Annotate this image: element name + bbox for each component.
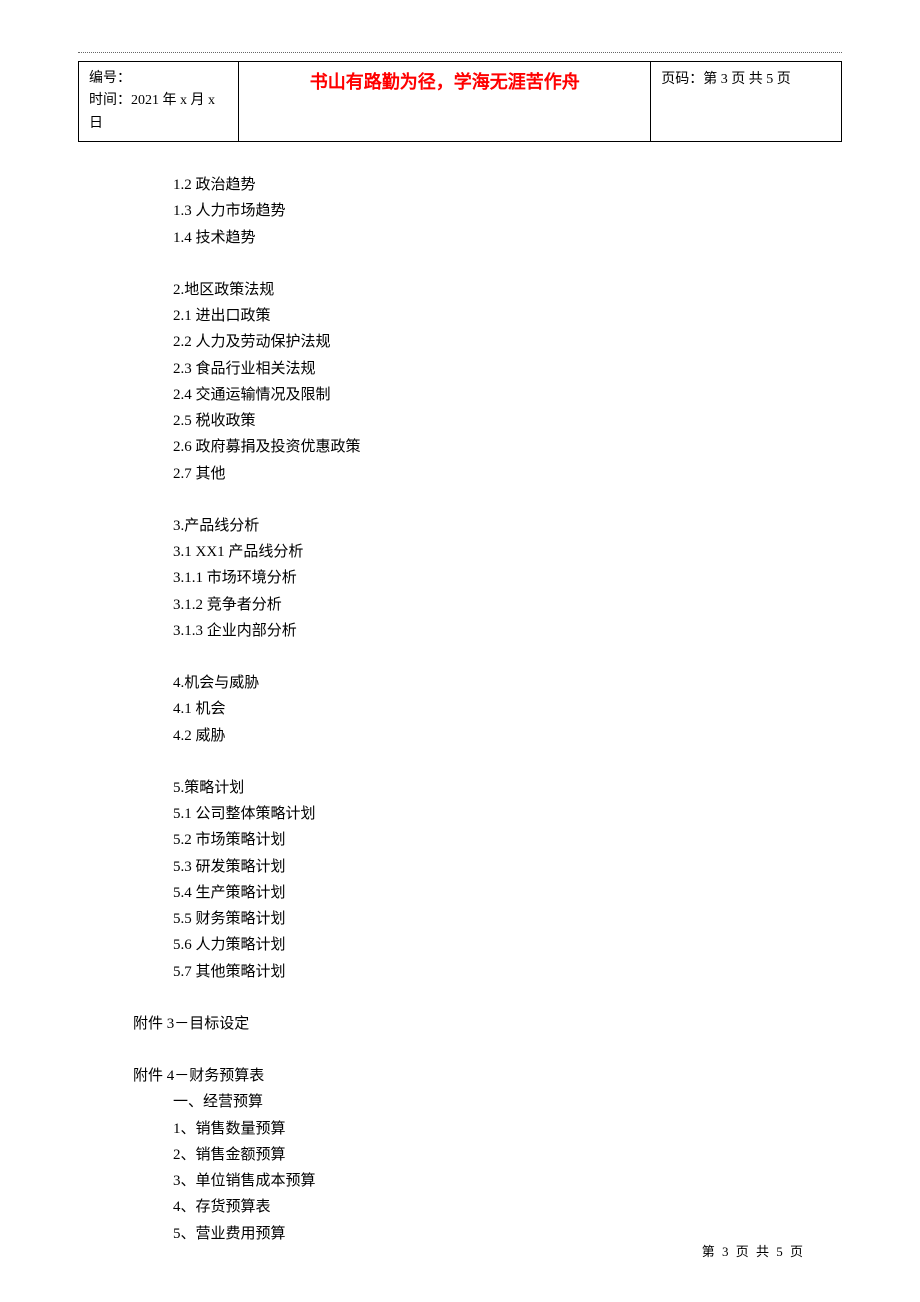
outline-item: 5.策略计划 (173, 775, 842, 801)
attachment-title: 附件 4－财务预算表 (133, 1063, 842, 1089)
attachment-item: 2、销售金额预算 (133, 1142, 842, 1168)
page-container: 编号： 时间：2021 年 x 月 x 日 书山有路勤为径，学海无涯苦作舟 页码… (0, 0, 920, 1302)
outline-item: 1.3 人力市场趋势 (173, 198, 842, 224)
label-time-prefix: 时间： (89, 93, 131, 108)
outline-item: 4.1 机会 (173, 696, 842, 722)
outline-item: 5.3 研发策略计划 (173, 854, 842, 880)
top-dotted-line (78, 52, 842, 53)
outline-item: 5.1 公司整体策略计划 (173, 801, 842, 827)
attachment-title: 附件 3－目标设定 (133, 1011, 842, 1037)
outline-item: 4.2 威胁 (173, 723, 842, 749)
outline-item: 3.1 XX1 产品线分析 (173, 539, 842, 565)
attachment-item: 3、单位销售成本预算 (133, 1168, 842, 1194)
outline-item: 2.5 税收政策 (173, 408, 842, 434)
footer-page-number: 第 3 页 共 5 页 (702, 1241, 805, 1260)
outline-item: 2.1 进出口政策 (173, 303, 842, 329)
header-right-cell: 页码：第 3 页 共 5 页 (651, 62, 842, 142)
header-table: 编号： 时间：2021 年 x 月 x 日 书山有路勤为径，学海无涯苦作舟 页码… (78, 61, 842, 142)
outline-item: 2.7 其他 (173, 461, 842, 487)
outline-item: 5.6 人力策略计划 (173, 932, 842, 958)
attachment-item: 4、存货预算表 (133, 1194, 842, 1220)
outline-item: 3.1.3 企业内部分析 (173, 618, 842, 644)
header-left-cell: 编号： 时间：2021 年 x 月 x 日 (79, 62, 239, 142)
outline-item: 5.5 财务策略计划 (173, 906, 842, 932)
page-label-value: 第 3 页 共 5 页 (703, 72, 791, 87)
header-center-cell: 书山有路勤为径，学海无涯苦作舟 (239, 62, 651, 142)
outline-item: 3.产品线分析 (173, 513, 842, 539)
outline-item: 5.7 其他策略计划 (173, 959, 842, 985)
outline-item: 2.4 交通运输情况及限制 (173, 382, 842, 408)
attachment-4: 附件 4－财务预算表 一、经营预算 1、销售数量预算 2、销售金额预算 3、单位… (78, 1063, 842, 1247)
outline-item: 5.4 生产策略计划 (173, 880, 842, 906)
page-label-prefix: 页码： (661, 72, 703, 87)
outline-item: 4.机会与威胁 (173, 670, 842, 696)
outline-item: 2.2 人力及劳动保护法规 (173, 329, 842, 355)
attachment-3: 附件 3－目标设定 (78, 1011, 842, 1037)
outline-item: 2.地区政策法规 (173, 277, 842, 303)
outline-item: 3.1.2 竞争者分析 (173, 592, 842, 618)
attachment-item: 一、经营预算 (133, 1089, 842, 1115)
outline-item: 3.1.1 市场环境分析 (173, 565, 842, 591)
outline-item: 5.2 市场策略计划 (173, 827, 842, 853)
outline-item: 2.6 政府募捐及投资优惠政策 (173, 434, 842, 460)
header-quote: 书山有路勤为径，学海无涯苦作舟 (310, 72, 580, 92)
attachment-item: 1、销售数量预算 (133, 1116, 842, 1142)
outline-item: 2.3 食品行业相关法规 (173, 356, 842, 382)
outline-item: 1.2 政治趋势 (173, 172, 842, 198)
label-number: 编号： (89, 71, 131, 86)
body-content: 1.2 政治趋势 1.3 人力市场趋势 1.4 技术趋势 2.地区政策法规 2.… (78, 172, 842, 985)
outline-item: 1.4 技术趋势 (173, 225, 842, 251)
